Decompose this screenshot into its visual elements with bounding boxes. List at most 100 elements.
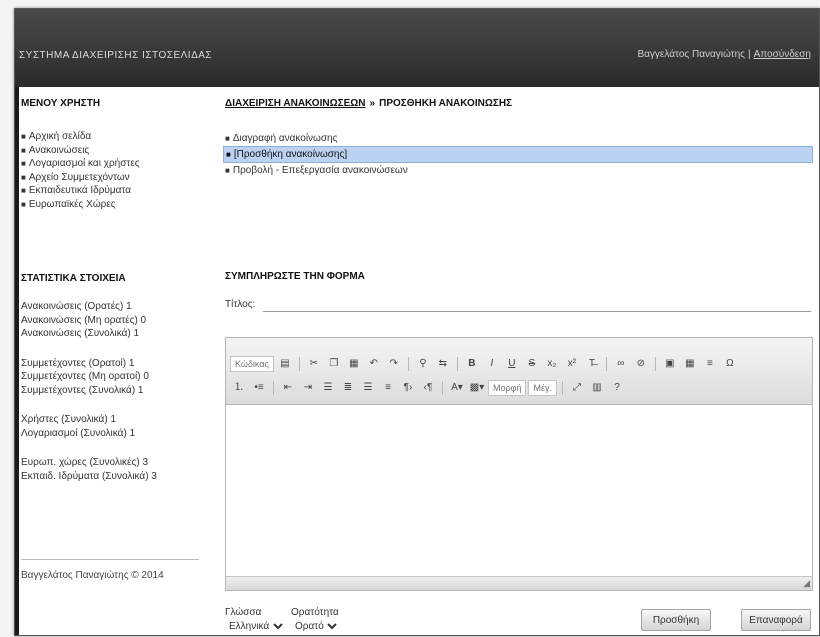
- breadcrumb-link[interactable]: ΔΙΑΧΕΙΡΙΣΗ ΑΝΑΚΟΙΝΩΣΕΩΝ: [225, 98, 366, 109]
- menu-item-accounts[interactable]: ■ Λογαριασμοί και χρήστες: [21, 158, 140, 172]
- menu-item-institutions[interactable]: ■ Εκπαιδευτικά Ιδρύματα: [21, 185, 140, 199]
- title-input[interactable]: [263, 297, 811, 312]
- bullet-icon: ■: [21, 145, 26, 155]
- numbered-list-icon[interactable]: ⒈: [230, 380, 248, 396]
- breadcrumb-separator: »: [369, 98, 376, 109]
- resize-handle-icon[interactable]: ◢: [803, 578, 810, 589]
- toolbar-separator: [407, 357, 409, 371]
- cut-icon[interactable]: ✂: [305, 356, 323, 372]
- link-icon[interactable]: ∞: [612, 356, 630, 372]
- stat-item: Ανακοινώσεις (Μη ορατές) 0: [21, 314, 147, 326]
- stat-item: Συμμετέχοντες (Μη ορατοί) 0: [21, 371, 149, 382]
- menu-item-announcements[interactable]: ■ Ανακοινώσεις: [21, 145, 140, 159]
- stat-spacer: [21, 441, 157, 457]
- horizontal-line-icon[interactable]: ≡: [701, 356, 719, 372]
- special-char-icon[interactable]: Ω: [721, 356, 739, 372]
- show-blocks-icon[interactable]: ▥: [588, 380, 606, 396]
- unlink-icon[interactable]: ⊘: [632, 356, 650, 372]
- toolbar-separator: [605, 357, 607, 371]
- stat-item: Λογαριασμοί (Συνολικά) 1: [21, 427, 136, 439]
- bullet-icon: ■: [21, 159, 26, 168]
- image-icon[interactable]: ▣: [661, 356, 679, 372]
- sidebar-footer: Βαγγελάτος Παναγιώτης © 2014: [21, 559, 199, 581]
- stat-item: Συμμετέχοντες (Ορατοί) 1: [21, 357, 135, 369]
- bullet-icon: ■: [21, 186, 26, 195]
- breadcrumb: ΔΙΑΧΕΙΡΙΣΗ ΑΝΑΚΟΙΝΩΣΕΩΝ» ΠΡΟΣΘΗΚΗ ΑΝΑΚΟΙΝ…: [225, 98, 512, 109]
- bold-icon[interactable]: B: [463, 356, 481, 372]
- user-separator: |: [748, 49, 751, 60]
- action-delete-announcement[interactable]: ■ Διαγραφή ανακοίνωσης: [223, 131, 813, 146]
- announcement-actions: ■ Διαγραφή ανακοίνωσης ■ [Προσθήκη ανακοίν…: [223, 131, 813, 178]
- indent-icon[interactable]: ⇥: [299, 380, 317, 396]
- logout-link[interactable]: Αποσύνδεση: [754, 49, 811, 60]
- menu-item-label: Λογαριασμοί και χρήστες: [28, 158, 140, 169]
- visibility-label: Ορατότητα: [291, 607, 339, 618]
- user-name: Βαγγελάτος Παναγιώτης: [637, 49, 745, 60]
- add-button[interactable]: Προσθήκη: [641, 609, 711, 631]
- action-view-edit-announcements[interactable]: ■ Προβολή - Επεξεργασία ανακοινώσεων: [223, 163, 813, 178]
- action-label: [Προσθήκη ανακοίνωσης]: [233, 149, 348, 160]
- sidebar: ΜΕΝΟΥ ΧΡΗΣΤΗ ■ Αρχική σελίδα ■ Ανακοινώσει…: [15, 87, 215, 635]
- language-select[interactable]: Ελληνικά: [225, 620, 286, 633]
- action-label: Διαγραφή ανακοίνωσης: [232, 133, 338, 144]
- bulleted-list-icon[interactable]: •≡: [250, 380, 268, 396]
- table-icon[interactable]: ▦: [681, 356, 699, 372]
- align-right-icon[interactable]: ☰: [359, 380, 377, 396]
- editor-content-area[interactable]: [226, 405, 812, 576]
- visibility-select[interactable]: Ορατό: [291, 620, 340, 633]
- redo-icon[interactable]: ↷: [385, 356, 403, 372]
- reset-button[interactable]: Επαναφορά: [741, 609, 811, 631]
- bullet-icon: ■: [21, 132, 26, 141]
- stat-item: Ανακοινώσεις (Συνολικά) 1: [21, 328, 140, 339]
- app-title: ΣΥΣΤΗΜΑ ΔΙΑΧΕΙΡΙΣΗΣ ΙΣΤΟΣΕΛΙΔΑΣ: [19, 50, 213, 61]
- italic-icon[interactable]: I: [483, 356, 501, 372]
- toolbar-separator: [298, 357, 300, 371]
- user-menu-heading: ΜΕΝΟΥ ΧΡΗΣΤΗ: [21, 98, 101, 109]
- undo-icon[interactable]: ↶: [365, 356, 383, 372]
- help-icon[interactable]: ?: [608, 380, 626, 396]
- editor-toolbar: Κώδικας ▤ ✂ ❐ ▦ ↶ ↷ ⚲ ⇆ B I U S x₂ x² T̶…: [226, 338, 812, 405]
- size-dropdown[interactable]: Μέγ.: [528, 380, 557, 396]
- text-color-icon[interactable]: A▾: [448, 380, 466, 396]
- toolbar-separator: [456, 357, 458, 371]
- menu-item-label: Ευρωπαϊκές Χώρες: [28, 198, 116, 210]
- subscript-icon[interactable]: x₂: [543, 356, 561, 372]
- bullet-icon: ■: [225, 166, 230, 175]
- replace-icon[interactable]: ⇆: [434, 356, 452, 372]
- stat-spacer: [21, 398, 157, 414]
- superscript-icon[interactable]: x²: [563, 356, 581, 372]
- paste-icon[interactable]: ▦: [345, 356, 363, 372]
- save-icon[interactable]: ▤: [276, 356, 294, 372]
- align-justify-icon[interactable]: ≡: [379, 380, 397, 396]
- stat-item: Εκπαιδ. Ιδρύματα (Συνολικά) 3: [21, 470, 157, 482]
- align-left-icon[interactable]: ☰: [319, 380, 337, 396]
- menu-item-home[interactable]: ■ Αρχική σελίδα: [21, 131, 140, 145]
- menu-item-label: Αρχική σελίδα: [28, 131, 92, 142]
- rtl-icon[interactable]: ‹¶: [419, 380, 437, 396]
- background-color-icon[interactable]: ▩▾: [468, 380, 486, 396]
- align-center-icon[interactable]: ≣: [339, 380, 357, 396]
- find-icon[interactable]: ⚲: [414, 356, 432, 372]
- underline-icon[interactable]: U: [503, 356, 521, 372]
- ltr-icon[interactable]: ¶›: [399, 380, 417, 396]
- maximize-icon[interactable]: ⤢: [568, 380, 586, 396]
- language-label: Γλώσσα: [225, 607, 262, 618]
- toolbar-row-1: Κώδικας ▤ ✂ ❐ ▦ ↶ ↷ ⚲ ⇆ B I U S x₂ x² T̶…: [230, 354, 739, 374]
- menu-item-label: Αρχείο Συμμετεχόντων: [28, 171, 130, 183]
- menu-item-countries[interactable]: ■ Ευρωπαϊκές Χώρες: [21, 199, 140, 213]
- stat-item: Ευρωπ. χώρες (Συνολικές) 3: [21, 457, 149, 468]
- copy-icon[interactable]: ❐: [325, 356, 343, 372]
- strikethrough-icon[interactable]: S: [523, 356, 541, 372]
- form-heading: ΣΥΜΠΛΗΡΩΣΤΕ ΤΗΝ ΦΟΡΜΑ: [225, 271, 365, 282]
- format-dropdown[interactable]: Μορφή: [488, 380, 527, 396]
- bullet-icon: ■: [226, 150, 231, 159]
- bullet-icon: ■: [21, 199, 26, 209]
- stat-spacer: [21, 342, 157, 358]
- source-button[interactable]: Κώδικας: [230, 356, 274, 372]
- menu-item-participants[interactable]: ■ Αρχείο Συμμετεχόντων: [21, 172, 140, 186]
- outdent-icon[interactable]: ⇤: [279, 380, 297, 396]
- title-label: Τίτλος:: [225, 299, 256, 310]
- remove-format-icon[interactable]: T̶: [583, 356, 601, 372]
- top-header: ΣΥΣΤΗΜΑ ΔΙΑΧΕΙΡΙΣΗΣ ΙΣΤΟΣΕΛΙΔΑΣ Βαγγελάτ…: [15, 9, 819, 87]
- action-add-announcement[interactable]: ■ [Προσθήκη ανακοίνωσης]: [223, 146, 813, 163]
